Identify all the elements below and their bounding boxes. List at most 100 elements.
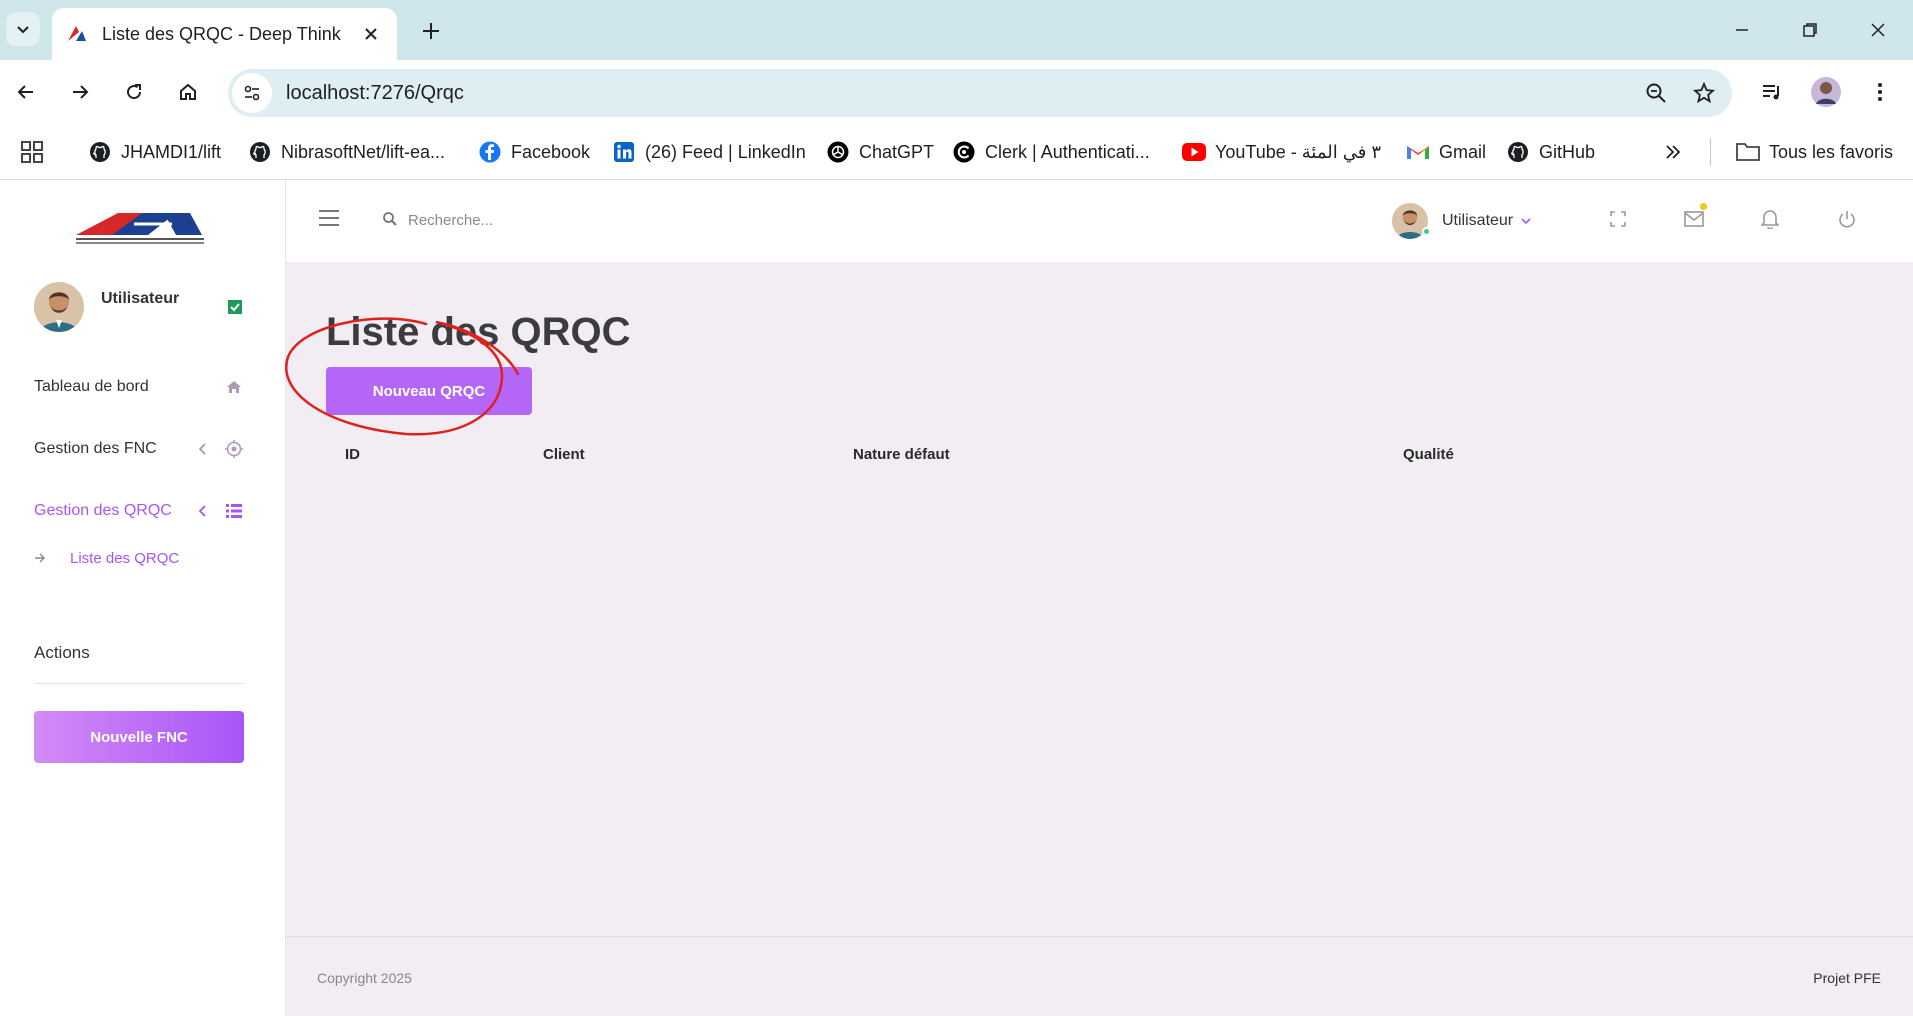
browser-tab-active[interactable]: Liste des QRQC - Deep Think: [52, 8, 397, 60]
all-bookmarks-label: Tous les favoris: [1769, 141, 1894, 162]
mail-icon[interactable]: [1682, 207, 1706, 231]
restore-icon: [1803, 23, 1817, 37]
reload-icon: [127, 84, 142, 100]
all-bookmarks-folder[interactable]: Tous les favoris: [1736, 136, 1893, 168]
hamburger-menu-icon[interactable]: [318, 209, 340, 227]
address-bar[interactable]: localhost:7276/Qrqc: [228, 69, 1732, 117]
web-app: Utilisateur Tableau de bord Gestion des …: [0, 181, 1913, 1016]
table-header-nature-defaut[interactable]: Nature défaut: [853, 446, 950, 463]
bookmark-label: YouTube - ٣ في المئة: [1215, 141, 1381, 162]
restore-button[interactable]: [1788, 12, 1832, 48]
bookmarks-separator: [1710, 138, 1711, 166]
list-icon: [224, 501, 244, 521]
bookmark-youtube[interactable]: YouTube - ٣ في المئة: [1182, 136, 1381, 168]
main-content: Liste des QRQC Nouveau QRQC ID Client Na…: [285, 262, 1913, 1016]
online-status-dot: [1422, 227, 1431, 236]
bell-icon[interactable]: [1758, 207, 1782, 231]
zoom-icon[interactable]: [1636, 73, 1676, 113]
sidebar-subitem-qrqc-list[interactable]: Liste des QRQC: [34, 550, 179, 567]
github-icon: [1506, 140, 1530, 164]
footer-copyright: Copyright 2025: [317, 970, 412, 986]
more-bookmarks-button[interactable]: [1664, 136, 1682, 168]
media-control-button[interactable]: [1754, 74, 1790, 110]
search-icon: [383, 212, 397, 226]
new-fnc-button[interactable]: Nouvelle FNC: [34, 711, 244, 763]
new-qrqc-button[interactable]: Nouveau QRQC: [326, 367, 532, 415]
apps-button[interactable]: [20, 136, 44, 168]
github-icon: [88, 140, 112, 164]
home-icon: [224, 377, 244, 397]
footer-project: Projet PFE: [1813, 970, 1881, 986]
avatar[interactable]: [34, 282, 84, 332]
back-button[interactable]: [8, 74, 44, 110]
bookmark-linkedin[interactable]: (26) Feed | LinkedIn: [612, 136, 806, 168]
plus-icon: [423, 23, 439, 39]
star-bookmark-icon[interactable]: [1684, 73, 1724, 113]
double-chevron-right-icon: [1666, 145, 1681, 159]
table-header-qualite[interactable]: Qualité: [1403, 446, 1454, 463]
site-info-icon[interactable]: [232, 73, 272, 113]
github-icon: [248, 140, 272, 164]
power-icon[interactable]: [1835, 207, 1859, 231]
url-text[interactable]: localhost:7276/Qrqc: [286, 82, 1636, 105]
chevron-left-icon: [196, 505, 210, 517]
search-input[interactable]: [408, 205, 708, 235]
apps-grid-icon: [21, 141, 43, 163]
table-header-id[interactable]: ID: [345, 446, 360, 463]
bookmark-chatgpt[interactable]: ChatGPT: [826, 136, 934, 168]
minimize-icon: [1736, 29, 1748, 31]
user-menu[interactable]: Utilisateur: [1392, 201, 1531, 241]
bookmark-label: ChatGPT: [859, 141, 935, 162]
table-header-client[interactable]: Client: [543, 446, 585, 463]
bookmarks-bar: JHAMDI1/lift NibrasoftNet/lift-ea... Fac…: [0, 124, 1913, 180]
fullscreen-icon[interactable]: [1606, 207, 1630, 231]
topbar-user-name: Utilisateur: [1442, 212, 1514, 229]
mail-notification-dot: [1700, 203, 1707, 210]
sidebar-item-label: Gestion des QRQC: [34, 502, 172, 519]
profile-button[interactable]: [1808, 74, 1844, 110]
bookmark-nibrasoft[interactable]: NibrasoftNet/lift-ea...: [248, 136, 445, 168]
bookmark-label: JHAMDI1/lift: [121, 141, 222, 162]
bookmark-label: NibrasoftNet/lift-ea...: [281, 141, 446, 162]
sidebar-item-fnc[interactable]: Gestion des FNC: [34, 434, 244, 464]
tab-close-icon[interactable]: [359, 22, 383, 46]
bookmark-jhamdi-lift[interactable]: JHAMDI1/lift: [88, 136, 221, 168]
gmail-icon: [1406, 140, 1430, 164]
forward-button[interactable]: [62, 74, 98, 110]
new-tab-button[interactable]: [414, 14, 448, 48]
browser-tabstrip: Liste des QRQC - Deep Think: [0, 0, 1913, 60]
arrow-left-icon: [17, 85, 33, 99]
target-icon: [224, 439, 244, 459]
home-button[interactable]: [170, 74, 206, 110]
media-queue-icon: [1763, 85, 1779, 100]
sidebar-item-dashboard[interactable]: Tableau de bord: [34, 372, 244, 402]
bookmark-github[interactable]: GitHub: [1506, 136, 1595, 168]
chevron-left-icon: [196, 443, 210, 455]
youtube-icon: [1182, 140, 1206, 164]
minimize-button[interactable]: [1720, 12, 1764, 48]
chevron-down-icon: [1521, 214, 1531, 228]
browser-menu-button[interactable]: [1862, 74, 1898, 110]
sidebar-item-label: Gestion des FNC: [34, 440, 157, 457]
chatgpt-icon: [826, 140, 850, 164]
sidebar-subitem-label: Liste des QRQC: [70, 550, 180, 567]
sidebar-item-label: Tableau de bord: [34, 378, 149, 395]
bookmark-clerk[interactable]: Clerk | Authenticati...: [952, 136, 1150, 168]
actions-section-title: Actions: [34, 643, 90, 662]
company-logo[interactable]: [72, 201, 208, 247]
bookmark-label: Facebook: [511, 141, 591, 162]
bookmark-gmail[interactable]: Gmail: [1406, 136, 1486, 168]
bookmark-label: (26) Feed | LinkedIn: [645, 141, 806, 162]
home-icon: [180, 83, 196, 100]
bookmark-facebook[interactable]: Facebook: [478, 136, 590, 168]
chevron-down-icon: [17, 26, 29, 34]
footer: Copyright 2025 Projet PFE: [286, 936, 1913, 1016]
tab-search-button[interactable]: [6, 12, 40, 46]
facebook-icon: [478, 140, 502, 164]
sidebar-item-qrqc[interactable]: Gestion des QRQC: [34, 496, 244, 526]
page-title: Liste des QRQC: [326, 310, 631, 354]
site-favicon-icon: [68, 26, 86, 41]
reload-button[interactable]: [116, 74, 152, 110]
close-window-button[interactable]: [1856, 12, 1900, 48]
linkedin-icon: [612, 140, 636, 164]
